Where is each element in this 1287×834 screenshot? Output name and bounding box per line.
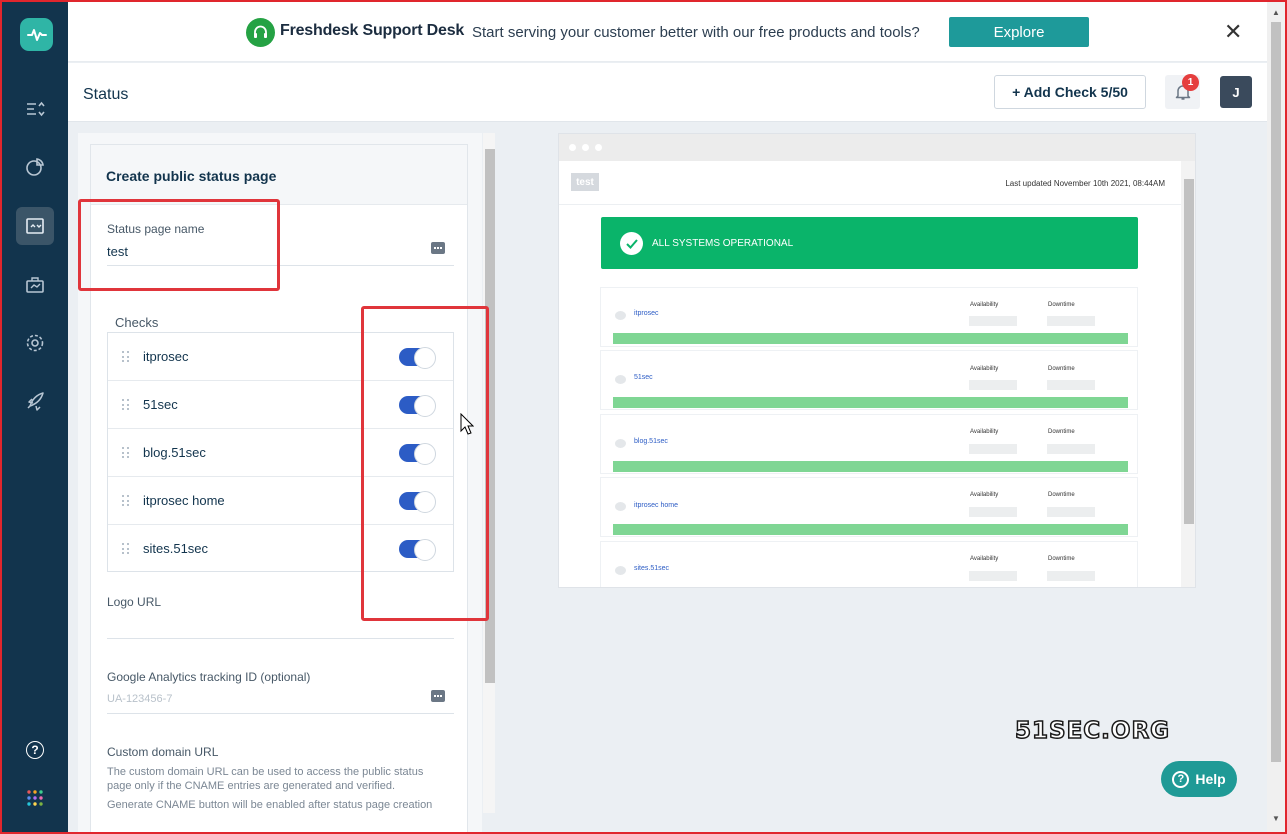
drag-handle-icon[interactable]: [122, 351, 130, 363]
watermark: 51SEC.ORG: [1014, 717, 1171, 745]
preview-check-card: itprosec home Availability Downtime: [600, 477, 1138, 537]
availability-label: Availability: [970, 302, 999, 308]
ga-label: Google Analytics tracking ID (optional): [107, 670, 311, 684]
preview-window-bar: [559, 134, 1195, 161]
preview-check-card: sites.51sec Availability Downtime: [600, 541, 1138, 587]
rocket-icon[interactable]: [16, 382, 54, 420]
downtime-label: Downtime: [1048, 429, 1075, 435]
preview-check-card: itprosec Availability Downtime: [600, 287, 1138, 347]
page-title: Status: [83, 86, 129, 103]
checks-list-icon[interactable]: [16, 90, 54, 128]
downtime-label: Downtime: [1048, 556, 1075, 562]
drag-handle-icon[interactable]: [122, 447, 130, 459]
page-header: Status + Add Check 5/50 1 J: [68, 63, 1267, 122]
preview-last-updated: Last updated November 10th 2021, 08:44AM: [1005, 179, 1165, 188]
downtime-label: Downtime: [1048, 492, 1075, 498]
settings-icon[interactable]: [16, 324, 54, 362]
more-options-icon[interactable]: [431, 242, 445, 254]
logo-url-label: Logo URL: [107, 595, 162, 609]
window-scroll-thumb[interactable]: [1271, 22, 1281, 762]
window-scrollbar[interactable]: ▲ ▼: [1267, 2, 1285, 832]
banner-brand: Freshdesk Support Desk: [280, 22, 465, 39]
uptime-bar: [613, 397, 1128, 408]
notification-badge: 1: [1182, 74, 1199, 91]
mouse-cursor-icon: [460, 413, 474, 435]
preview-check-name: 51sec: [634, 374, 653, 381]
operational-text: ALL SYSTEMS OPERATIONAL: [652, 238, 794, 249]
availability-label: Availability: [970, 492, 999, 498]
notifications-button[interactable]: 1: [1165, 74, 1200, 109]
downtime-label: Downtime: [1048, 302, 1075, 308]
more-options-icon[interactable]: [431, 690, 445, 702]
drag-handle-icon[interactable]: [122, 495, 130, 507]
availability-label: Availability: [970, 429, 999, 435]
preview-check-name: itprosec home: [634, 502, 678, 509]
preview-check-name: sites.51sec: [634, 565, 670, 572]
form-heading: Create public status page: [91, 145, 467, 205]
downtime-label: Downtime: [1048, 366, 1075, 372]
check-name: sites.51sec: [143, 541, 209, 556]
cname-help: Generate CNAME button will be enabled af…: [107, 799, 433, 811]
banner-message: Start serving your customer better with …: [472, 24, 920, 41]
custom-domain-label: Custom domain URL: [107, 745, 219, 759]
scroll-up-icon[interactable]: ▲: [1272, 8, 1280, 17]
preview-check-name: itprosec: [634, 310, 659, 317]
divider: [107, 713, 454, 714]
reports-icon[interactable]: [16, 148, 54, 186]
preview-check-card: 51sec Availability Downtime: [600, 350, 1138, 410]
status-page-icon[interactable]: [16, 207, 54, 245]
highlight-box-toggles: [361, 306, 489, 621]
check-name: itprosec home: [143, 493, 225, 508]
preview-logo: test: [571, 173, 599, 191]
close-icon[interactable]: ✕: [1224, 20, 1242, 44]
preview-check-name: blog.51sec: [634, 438, 668, 445]
check-circle-icon: [620, 232, 643, 255]
availability-label: Availability: [970, 366, 999, 372]
uptime-bar: [613, 524, 1128, 535]
freshdesk-logo-icon: [246, 18, 275, 47]
ga-input[interactable]: UA-123456-7: [107, 693, 172, 705]
sidebar: ?: [2, 2, 68, 832]
preview-header: test Last updated November 10th 2021, 08…: [559, 161, 1181, 205]
divider: [107, 638, 454, 639]
check-name: 51sec: [143, 397, 178, 412]
check-name: itprosec: [143, 349, 189, 364]
uptime-bar: [613, 461, 1128, 472]
availability-label: Availability: [970, 556, 999, 562]
explore-button[interactable]: Explore: [949, 17, 1089, 47]
operational-banner: ALL SYSTEMS OPERATIONAL: [601, 217, 1138, 269]
apps-grid-icon[interactable]: [16, 779, 54, 817]
preview-check-card: blog.51sec Availability Downtime: [600, 414, 1138, 474]
custom-domain-help: The custom domain URL can be used to acc…: [107, 766, 424, 792]
highlight-box-name: [78, 199, 280, 291]
scroll-down-icon[interactable]: ▼: [1272, 814, 1280, 823]
integrations-icon[interactable]: [16, 266, 54, 304]
check-name: blog.51sec: [143, 445, 206, 460]
status-page-preview: test Last updated November 10th 2021, 08…: [558, 133, 1196, 588]
preview-scrollbar[interactable]: [1181, 161, 1195, 587]
drag-handle-icon[interactable]: [122, 543, 130, 555]
help-button[interactable]: ? Help: [1161, 761, 1237, 797]
help-icon[interactable]: ?: [16, 731, 54, 769]
logo-icon[interactable]: [20, 18, 53, 51]
promo-banner: Freshdesk Support Desk Start serving you…: [68, 2, 1267, 62]
help-label: Help: [1195, 771, 1226, 787]
add-check-button[interactable]: + Add Check 5/50: [994, 75, 1146, 109]
preview-scroll-thumb[interactable]: [1184, 179, 1194, 524]
question-icon: ?: [1172, 770, 1190, 788]
checks-label: Checks: [115, 315, 159, 330]
drag-handle-icon[interactable]: [122, 399, 130, 411]
avatar[interactable]: J: [1220, 76, 1252, 108]
svg-text:?: ?: [31, 743, 38, 757]
uptime-bar: [613, 333, 1128, 344]
